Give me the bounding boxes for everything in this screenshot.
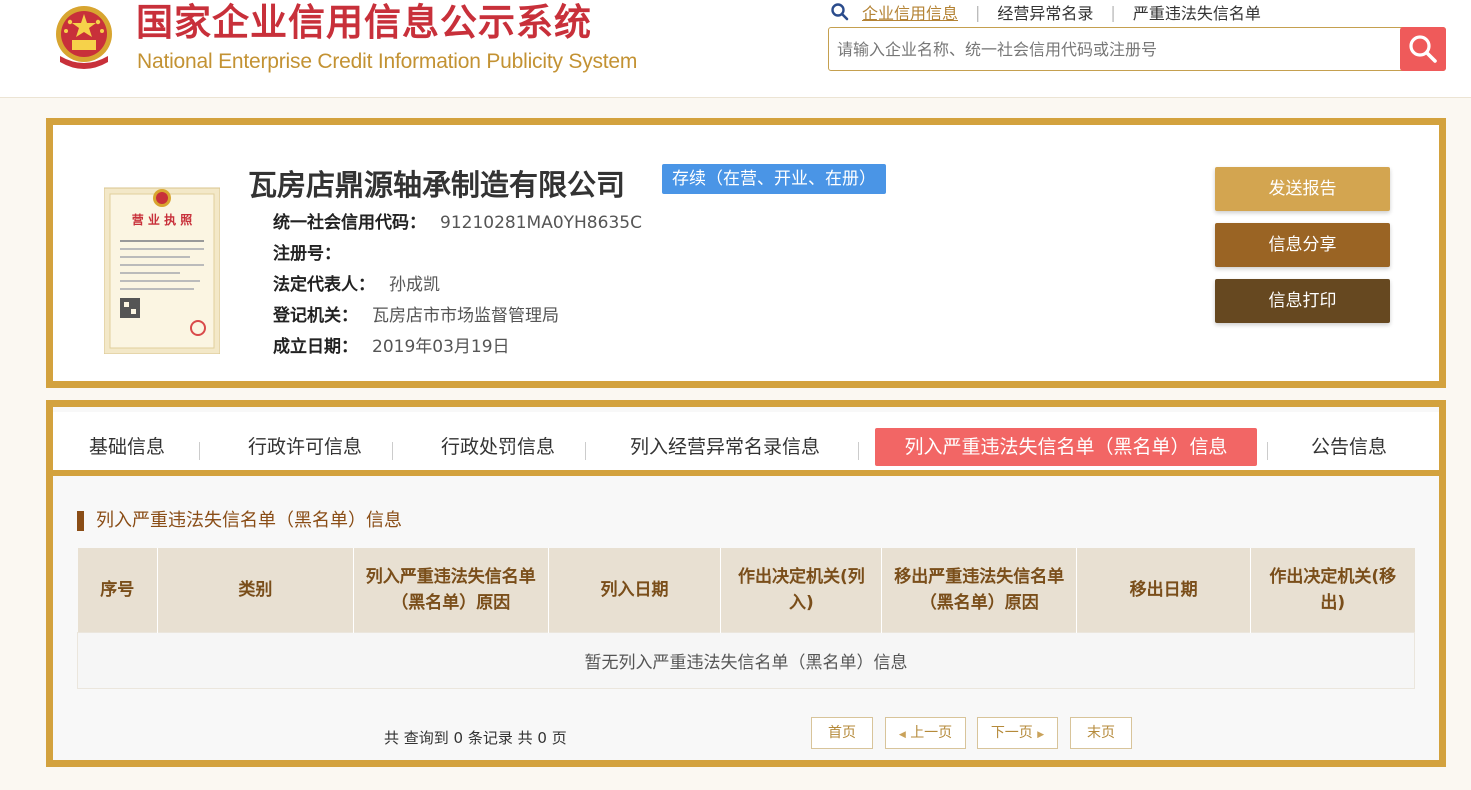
info-label: 注册号： bbox=[273, 244, 341, 264]
info-label: 法定代表人： bbox=[273, 275, 375, 295]
national-emblem-icon bbox=[56, 6, 112, 69]
column-header: 列入日期 bbox=[548, 548, 722, 632]
table-row: 暂无列入严重违法失信名单（黑名单）信息 bbox=[77, 631, 1415, 689]
next-page-button[interactable]: 下一页 ▶ bbox=[977, 717, 1058, 749]
tab-blacklist[interactable]: 列入严重违法失信名单（黑名单）信息 bbox=[875, 428, 1257, 466]
site-title: 国家企业信用信息公示系统 bbox=[136, 1, 592, 44]
column-header: 移出日期 bbox=[1076, 548, 1252, 632]
nav-link-abnormal-list[interactable]: 经营异常名录 bbox=[997, 0, 1093, 24]
caret-right-icon: ▶ bbox=[1037, 730, 1045, 740]
tab-abnormal-list[interactable]: 列入经营异常名录信息 bbox=[619, 428, 831, 466]
send-report-button[interactable]: 发送报告 bbox=[1215, 167, 1390, 211]
company-card: 营 业 执 照 瓦房店鼎源轴承制造有限公司 存续（在营、开业、在册） 统一社会信… bbox=[46, 118, 1446, 388]
info-row-credit-code: 统一社会信用代码： 91210281MA0YH8635C bbox=[273, 212, 642, 234]
detail-card: 基础信息 行政许可信息 行政处罚信息 列入经营异常名录信息 列入严重违法失信名单… bbox=[46, 400, 1446, 767]
info-row-authority: 登记机关： 瓦房店市市场监督管理局 bbox=[273, 305, 559, 327]
tab-separator bbox=[858, 442, 859, 460]
column-header: 列入严重违法失信名单（黑名单）原因 bbox=[353, 548, 549, 632]
last-page-button[interactable]: 末页 bbox=[1070, 717, 1132, 749]
info-row-reg-no: 注册号： bbox=[273, 243, 355, 265]
nav-link-blacklist[interactable]: 严重违法失信名单 bbox=[1133, 0, 1261, 24]
info-value: 2019年03月19日 bbox=[372, 337, 510, 357]
search-input[interactable] bbox=[837, 34, 1392, 64]
info-value: 瓦房店市市场监督管理局 bbox=[372, 306, 559, 326]
column-header: 作出决定机关(移出) bbox=[1250, 548, 1415, 632]
tab-separator bbox=[199, 442, 200, 460]
column-header: 移出严重违法失信名单（黑名单）原因 bbox=[881, 548, 1078, 632]
tab-basic-info[interactable]: 基础信息 bbox=[75, 428, 179, 466]
info-label: 成立日期： bbox=[273, 337, 358, 357]
first-page-button[interactable]: 首页 bbox=[811, 717, 873, 749]
nav-separator: | bbox=[1110, 2, 1116, 22]
tab-admin-permit[interactable]: 行政许可信息 bbox=[235, 428, 375, 466]
tab-bar: 基础信息 行政许可信息 行政处罚信息 列入经营异常名录信息 列入严重违法失信名单… bbox=[53, 412, 1439, 476]
business-license-image[interactable]: 营 业 执 照 bbox=[104, 178, 220, 354]
search-box bbox=[828, 27, 1446, 71]
info-value: 91210281MA0YH8635C bbox=[440, 213, 642, 233]
info-row-founded: 成立日期： 2019年03月19日 bbox=[273, 336, 510, 358]
tab-announcements[interactable]: 公告信息 bbox=[1305, 428, 1393, 466]
prev-page-button[interactable]: ◀ 上一页 bbox=[885, 717, 966, 749]
site-subtitle: National Enterprise Credit Information P… bbox=[137, 50, 638, 73]
next-page-label: 下一页 bbox=[990, 725, 1033, 741]
share-info-button[interactable]: 信息分享 bbox=[1215, 223, 1390, 267]
top-nav: 企业信用信息 | 经营异常名录 | 严重违法失信名单 bbox=[830, 0, 1261, 24]
column-header: 作出决定机关(列入) bbox=[720, 548, 883, 632]
pager-summary: 共 查询到 0 条记录 共 0 页 bbox=[384, 729, 567, 747]
prev-page-label: 上一页 bbox=[910, 725, 953, 741]
nav-separator: | bbox=[975, 2, 981, 22]
magnifier-icon bbox=[1409, 35, 1437, 63]
status-badge: 存续（在营、开业、在册） bbox=[662, 164, 886, 194]
search-icon bbox=[831, 3, 849, 21]
caret-left-icon: ◀ bbox=[898, 730, 906, 740]
nav-link-credit-info[interactable]: 企业信用信息 bbox=[862, 0, 958, 24]
site-header: 国家企业信用信息公示系统 National Enterprise Credit … bbox=[0, 0, 1471, 98]
company-name: 瓦房店鼎源轴承制造有限公司 bbox=[248, 168, 626, 202]
table-header-row: 序号 类别 列入严重违法失信名单（黑名单）原因 列入日期 作出决定机关(列入) … bbox=[77, 548, 1415, 632]
tab-admin-penalty[interactable]: 行政处罚信息 bbox=[428, 428, 568, 466]
info-value: 孙成凯 bbox=[389, 275, 440, 295]
blacklist-table: 序号 类别 列入严重违法失信名单（黑名单）原因 列入日期 作出决定机关(列入) … bbox=[77, 548, 1415, 689]
section-title: 列入严重违法失信名单（黑名单）信息 bbox=[77, 511, 402, 531]
search-button[interactable] bbox=[1400, 27, 1446, 71]
tab-separator bbox=[392, 442, 393, 460]
info-label: 统一社会信用代码： bbox=[273, 213, 426, 233]
empty-message: 暂无列入严重违法失信名单（黑名单）信息 bbox=[77, 631, 1415, 689]
info-label: 登记机关： bbox=[273, 306, 358, 326]
license-title: 营 业 执 照 bbox=[132, 212, 193, 227]
tab-separator bbox=[1267, 442, 1268, 460]
info-row-legal-rep: 法定代表人： 孙成凯 bbox=[273, 274, 440, 296]
tab-separator bbox=[585, 442, 586, 460]
print-info-button[interactable]: 信息打印 bbox=[1215, 279, 1390, 323]
column-header: 序号 bbox=[77, 548, 158, 632]
column-header: 类别 bbox=[157, 548, 354, 632]
